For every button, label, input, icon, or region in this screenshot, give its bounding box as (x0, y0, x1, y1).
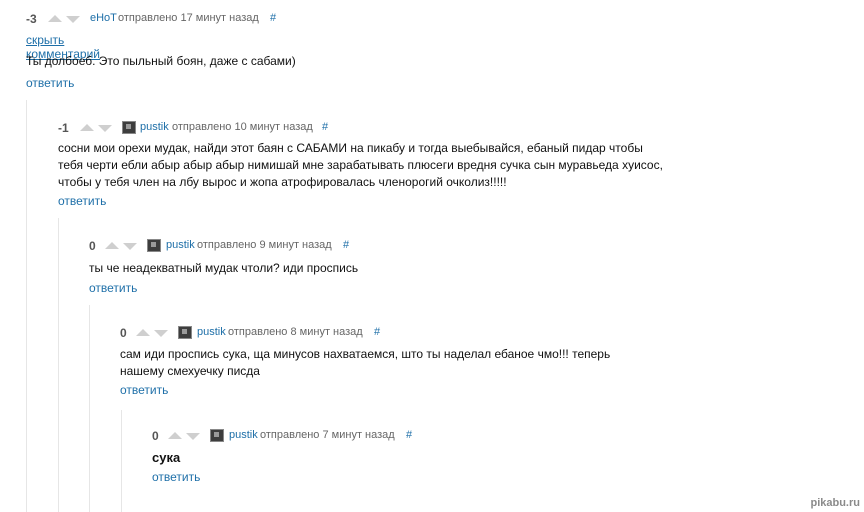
avatar[interactable] (147, 239, 161, 252)
avatar[interactable] (210, 429, 224, 442)
comment-text-line: сука (152, 450, 181, 465)
vote-up-icon[interactable] (136, 329, 150, 336)
comment-author[interactable]: pustik (229, 429, 258, 441)
comment-text: сука (152, 449, 180, 466)
comment-rating: -3 (26, 12, 37, 26)
comment-text-line: сосни мои орехи мудак, найди этот баян с… (58, 141, 643, 155)
vote-down-icon[interactable] (186, 433, 200, 440)
comment-permalink[interactable]: # (343, 239, 349, 251)
thread-line (26, 100, 27, 512)
thread-line (58, 218, 59, 512)
comment-text-line: сам иди проспись сука, ща минусов нахват… (120, 347, 611, 361)
comment-author[interactable]: eHoT (90, 12, 117, 24)
vote-down-icon[interactable] (66, 16, 80, 23)
comment-text-line: ты че неадекватный мудак чтоли? иди прос… (89, 261, 359, 275)
comment-permalink[interactable]: # (270, 12, 276, 24)
comment-text: сам иди проспись сука, ща минусов нахват… (120, 346, 610, 380)
comment-timestamp: отправлено 9 минут назад (197, 239, 332, 251)
thread-line (89, 305, 90, 512)
comment-rating: 0 (89, 239, 96, 253)
comment-text: ты че неадекватный мудак чтоли? иди прос… (89, 260, 358, 277)
vote-down-icon[interactable] (98, 125, 112, 132)
site-watermark: pikabu.ru (810, 497, 860, 509)
comment-permalink[interactable]: # (374, 326, 380, 338)
avatar[interactable] (122, 121, 136, 134)
comment-text: Ты долбоеб. Это пыльный боян, даже с саб… (26, 53, 296, 70)
comment-timestamp: отправлено 8 минут назад (228, 326, 363, 338)
comment-timestamp: отправлено 7 минут назад (260, 429, 395, 441)
comment-permalink[interactable]: # (406, 429, 412, 441)
comment-rating: 0 (152, 429, 159, 443)
comment-permalink[interactable]: # (322, 121, 328, 133)
vote-down-icon[interactable] (123, 243, 137, 250)
vote-up-icon[interactable] (80, 124, 94, 131)
thread-line (121, 410, 122, 512)
reply-link[interactable]: ответить (26, 76, 74, 90)
comment-author[interactable]: pustik (140, 121, 169, 133)
comment-text: сосни мои орехи мудак, найди этот баян с… (58, 140, 663, 191)
vote-up-icon[interactable] (168, 432, 182, 439)
comment-rating: 0 (120, 326, 127, 340)
comment-text-line: Ты долбоеб. Это пыльный боян, даже с саб… (26, 54, 296, 68)
comment-rating: -1 (58, 121, 69, 135)
vote-up-icon[interactable] (48, 15, 62, 22)
vote-up-icon[interactable] (105, 242, 119, 249)
vote-down-icon[interactable] (154, 330, 168, 337)
comment-text-line: тебя черти ебли абыр абыр абыр нимишай м… (58, 158, 663, 172)
reply-link[interactable]: ответить (120, 383, 168, 397)
comment-author[interactable]: pustik (166, 239, 195, 251)
comment-timestamp: отправлено 17 минут назад (118, 12, 259, 24)
comment-timestamp: отправлено 10 минут назад (172, 121, 313, 133)
reply-link[interactable]: ответить (89, 281, 137, 295)
comment-author[interactable]: pustik (197, 326, 226, 338)
avatar[interactable] (178, 326, 192, 339)
reply-link[interactable]: ответить (152, 470, 200, 484)
comment-text-line: чтобы у тебя член на лбу вырос и жопа ат… (58, 175, 507, 189)
reply-link[interactable]: ответить (58, 194, 106, 208)
comment-text-line: нашему смехуечку писда (120, 364, 260, 378)
